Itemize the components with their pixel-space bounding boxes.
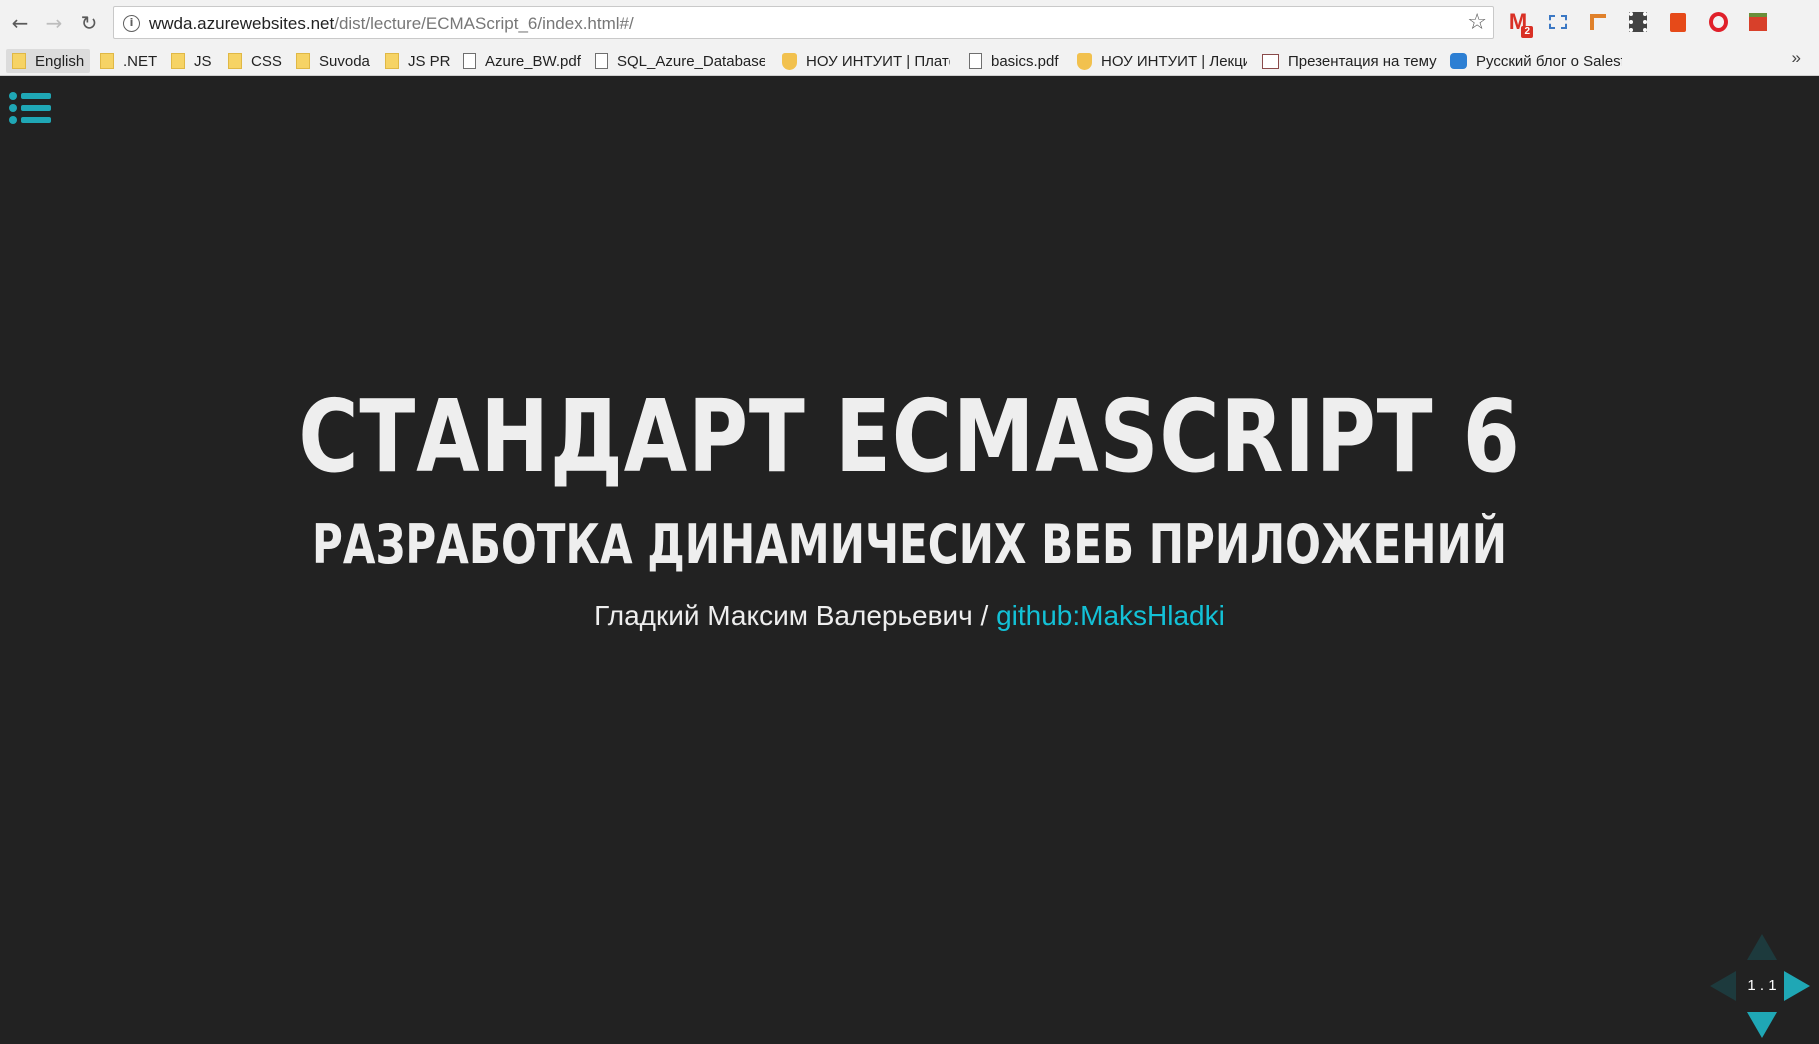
slide-title: СТАНДАРТ ECMASCRIPT 6 [298, 378, 1521, 495]
slide-number: 1 . 1 [1747, 977, 1777, 994]
slide-icon [1262, 53, 1279, 69]
folder-icon [12, 53, 26, 69]
browser-chrome: ← → ↻ i wwda.azurewebsites.net/dist/lect… [0, 0, 1819, 76]
film-extension-icon[interactable] [1626, 10, 1650, 34]
bookmark-label: English [35, 52, 85, 70]
navigate-up-arrow-icon[interactable] [1747, 934, 1777, 960]
tag-extension-icon[interactable] [1586, 10, 1610, 34]
bookmark-sql-azure[interactable]: SQL_Azure_Database. [595, 49, 765, 73]
bookmark-js[interactable]: JS [171, 49, 221, 73]
document-icon [463, 53, 476, 69]
more-bookmarks-chevron-icon[interactable]: » [1792, 48, 1801, 68]
bookmark-label: basics.pdf [991, 52, 1059, 70]
github-link[interactable]: github:MaksHladki [996, 600, 1225, 631]
forward-arrow-icon[interactable]: → [42, 11, 66, 35]
bookmark-label: НОУ ИНТУИТ | Лекци [1101, 52, 1247, 70]
info-icon[interactable]: i [123, 15, 140, 32]
bookmark-js-pr[interactable]: JS PR [385, 49, 455, 73]
shield-icon [782, 52, 797, 70]
document-icon [969, 53, 982, 69]
bookmark-azure-bw[interactable]: Azure_BW.pdf [463, 49, 583, 73]
red-extension-icon[interactable] [1746, 10, 1770, 34]
bookmark-english[interactable]: English [6, 49, 90, 73]
document-icon [595, 53, 608, 69]
author-name: Гладкий Максим Валерьевич / [594, 600, 997, 631]
folder-icon [228, 53, 242, 69]
url-host: wwda.azurewebsites.net [149, 14, 335, 33]
office-extension-icon[interactable] [1666, 10, 1690, 34]
bookmark-salesforce-blog[interactable]: Русский блог о Salesf [1450, 49, 1622, 73]
bookmarks-bar: English .NET JS CSS Suvoda JS PR Azure_B… [0, 45, 1819, 76]
shield-icon [1077, 52, 1092, 70]
bookmark-label: Suvoda [319, 52, 370, 70]
address-bar[interactable]: i wwda.azurewebsites.net/dist/lecture/EC… [113, 6, 1494, 39]
url-text[interactable]: wwda.azurewebsites.net/dist/lecture/ECMA… [149, 14, 634, 34]
slide-navigation-controls: 1 . 1 [1708, 930, 1818, 1042]
back-arrow-icon[interactable]: ← [8, 11, 32, 35]
folder-icon [100, 53, 114, 69]
slide-menu-icon[interactable] [9, 92, 51, 124]
bookmark-label: JS [194, 52, 212, 70]
gmail-extension-icon[interactable]: M2 [1506, 9, 1533, 38]
gmail-unread-badge: 2 [1521, 26, 1533, 38]
screenshot-extension-icon[interactable] [1546, 10, 1570, 34]
bookmark-suvoda[interactable]: Suvoda [296, 49, 376, 73]
navigate-down-arrow-icon[interactable] [1747, 1012, 1777, 1038]
bookmark-label: JS PR [408, 52, 451, 70]
bookmark-label: Презентация на тему [1288, 52, 1437, 70]
bookmark-label: Русский блог о Salesf [1476, 52, 1622, 70]
bookmark-intuit-lecture[interactable]: НОУ ИНТУИТ | Лекци [1077, 49, 1247, 73]
bookmark-dotnet[interactable]: .NET [100, 49, 160, 73]
slide-subtitle: РАЗРАБОТКА ДИНАМИЧЕСИХ ВЕБ ПРИЛОЖЕНИЙ [312, 513, 1507, 576]
author-line: Гладкий Максим Валерьевич / github:MaksH… [0, 597, 1819, 635]
bookmark-basics[interactable]: basics.pdf [969, 49, 1069, 73]
bookmark-label: НОУ ИНТУИТ | Платф [806, 52, 950, 70]
bookmark-intuit-platform[interactable]: НОУ ИНТУИТ | Платф [782, 49, 950, 73]
navigate-left-arrow-icon[interactable] [1710, 971, 1736, 1001]
reload-icon[interactable]: ↻ [77, 11, 101, 35]
bookmark-label: Azure_BW.pdf [485, 52, 581, 70]
url-path: /dist/lecture/ECMAScript_6/index.html#/ [334, 14, 634, 33]
folder-icon [296, 53, 310, 69]
browser-toolbar: ← → ↻ i wwda.azurewebsites.net/dist/lect… [0, 0, 1819, 45]
folder-icon [385, 53, 399, 69]
bookmark-presentation[interactable]: Презентация на тему [1262, 49, 1437, 73]
bookmark-label: SQL_Azure_Database. [617, 52, 765, 70]
bookmark-label: CSS [251, 52, 282, 70]
bookmark-css[interactable]: CSS [228, 49, 288, 73]
navigate-right-arrow-icon[interactable] [1784, 971, 1810, 1001]
bookmark-star-icon[interactable]: ☆ [1467, 10, 1487, 35]
bookmark-label: .NET [123, 52, 158, 70]
opera-extension-icon[interactable] [1706, 10, 1730, 34]
globe-icon [1450, 53, 1467, 69]
folder-icon [171, 53, 185, 69]
